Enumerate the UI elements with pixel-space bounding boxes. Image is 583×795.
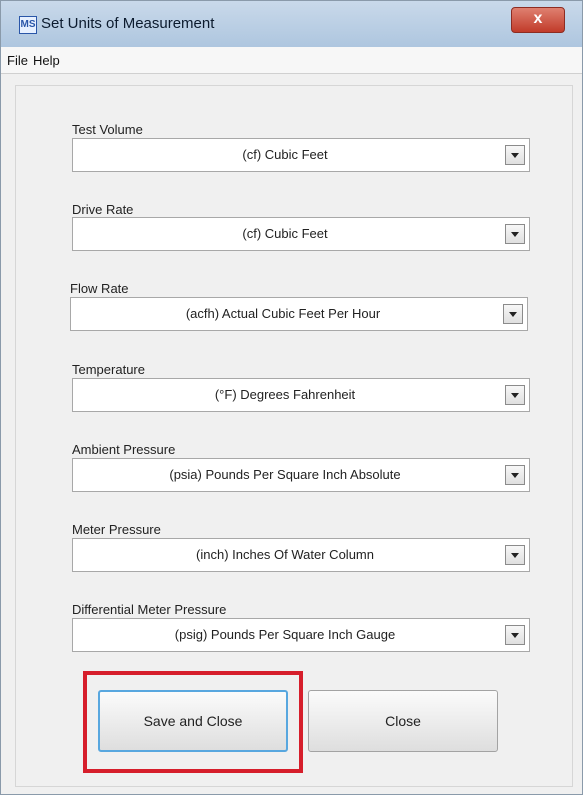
select-temperature[interactable]: (°F) Degrees Fahrenheit bbox=[72, 378, 530, 412]
select-drive-rate-value: (cf) Cubic Feet bbox=[242, 226, 328, 241]
label-drive-rate: Drive Rate bbox=[72, 202, 134, 217]
select-test-volume-value: (cf) Cubic Feet bbox=[242, 147, 328, 162]
chevron-down-icon[interactable] bbox=[505, 385, 525, 405]
select-differential-meter-pressure-value: (psig) Pounds Per Square Inch Gauge bbox=[174, 627, 396, 642]
select-differential-meter-pressure[interactable]: (psig) Pounds Per Square Inch Gauge bbox=[72, 618, 530, 652]
close-button[interactable]: Close bbox=[308, 690, 498, 752]
label-meter-pressure: Meter Pressure bbox=[72, 522, 161, 537]
select-test-volume[interactable]: (cf) Cubic Feet bbox=[72, 138, 530, 172]
window-title: Set Units of Measurement bbox=[41, 15, 215, 32]
chevron-down-icon[interactable] bbox=[505, 224, 525, 244]
chevron-down-icon[interactable] bbox=[505, 545, 525, 565]
chevron-down-icon[interactable] bbox=[505, 465, 525, 485]
chevron-down-icon[interactable] bbox=[505, 145, 525, 165]
select-ambient-pressure[interactable]: (psia) Pounds Per Square Inch Absolute bbox=[72, 458, 530, 492]
chevron-down-icon[interactable] bbox=[503, 304, 523, 324]
select-flow-rate-value: (acfh) Actual Cubic Feet Per Hour bbox=[185, 306, 381, 321]
select-flow-rate[interactable]: (acfh) Actual Cubic Feet Per Hour bbox=[70, 297, 528, 331]
label-test-volume: Test Volume bbox=[72, 122, 143, 137]
select-ambient-pressure-value: (psia) Pounds Per Square Inch Absolute bbox=[169, 467, 401, 482]
title-bar[interactable]: MS Set Units of Measurement x bbox=[1, 1, 582, 48]
settings-window: MS Set Units of Measurement x File Help … bbox=[0, 0, 583, 795]
highlight-box bbox=[83, 671, 303, 773]
label-flow-rate: Flow Rate bbox=[70, 281, 129, 296]
select-meter-pressure[interactable]: (inch) Inches Of Water Column bbox=[72, 538, 530, 572]
select-meter-pressure-value: (inch) Inches Of Water Column bbox=[196, 547, 374, 562]
label-ambient-pressure: Ambient Pressure bbox=[72, 442, 176, 457]
menu-file[interactable]: File bbox=[7, 53, 28, 68]
select-temperature-value: (°F) Degrees Fahrenheit bbox=[214, 387, 356, 402]
label-temperature: Temperature bbox=[72, 362, 145, 377]
chevron-down-icon[interactable] bbox=[505, 625, 525, 645]
app-icon: MS bbox=[19, 16, 37, 34]
menu-bar: File Help bbox=[1, 47, 582, 74]
select-drive-rate[interactable]: (cf) Cubic Feet bbox=[72, 217, 530, 251]
menu-help[interactable]: Help bbox=[33, 53, 60, 68]
close-window-button[interactable]: x bbox=[511, 7, 565, 33]
label-differential-meter-pressure: Differential Meter Pressure bbox=[72, 602, 227, 617]
